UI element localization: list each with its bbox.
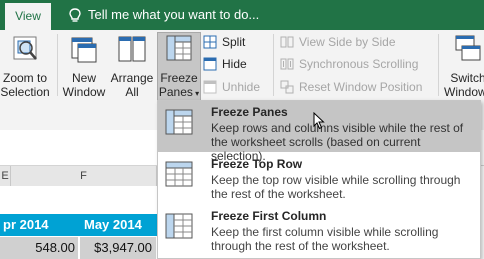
menu-item-title: Freeze First Column xyxy=(211,209,327,223)
unhide-label: Unhide xyxy=(222,80,261,94)
menu-item-title: Freeze Panes xyxy=(211,105,288,119)
reset-window-position-label: Reset Window Position xyxy=(299,80,423,94)
menu-item-description: Keep the top row visible while scrolling… xyxy=(211,173,461,201)
menu-item-freeze-first-column[interactable]: Freeze First Column Keep the first colum… xyxy=(158,205,480,256)
arrange-all-icon xyxy=(118,36,146,62)
split-icon xyxy=(203,35,217,49)
ribbon-separator xyxy=(273,34,274,96)
menu-item-freeze-top-row[interactable]: Freeze Top Row Keep the top row visible … xyxy=(158,153,480,204)
side-by-side-icon xyxy=(280,36,294,48)
ribbon-separator xyxy=(438,34,439,96)
ribbon-separator xyxy=(57,34,58,96)
new-window-label-1: New xyxy=(71,71,96,85)
freeze-panes-icon xyxy=(165,109,193,135)
menu-item-description: Keep the first column visible while scro… xyxy=(211,225,439,253)
menu-item-title: Freeze Top Row xyxy=(211,157,303,171)
tab-view[interactable]: View xyxy=(5,3,51,30)
switch-windows-icon xyxy=(455,35,481,61)
arrange-all-label-2: All xyxy=(125,85,139,99)
reset-window-position-icon xyxy=(280,80,294,94)
lightbulb-icon xyxy=(69,8,81,22)
cell-value-apr[interactable]: 548.00 xyxy=(0,237,78,259)
cell-header-apr[interactable]: pr 2014 xyxy=(0,214,80,236)
cell-header-may[interactable]: May 2014 xyxy=(80,214,160,236)
freeze-panes-label-2: Panes xyxy=(158,85,193,99)
freeze-panes-button[interactable]: Freeze Panes ▾ xyxy=(157,33,201,105)
tell-me-text: Tell me what you want to do... xyxy=(88,7,260,22)
column-header-f[interactable]: F xyxy=(11,166,157,187)
synchronous-scrolling-icon xyxy=(280,58,294,70)
zoom-to-selection-label-1: Zoom to xyxy=(2,71,47,85)
arrange-all-button[interactable]: Arrange All xyxy=(109,33,155,105)
hide-icon xyxy=(203,57,217,71)
switch-windows-button[interactable]: SwitchWindows xyxy=(444,33,484,105)
new-window-icon xyxy=(71,37,97,63)
synchronous-scrolling-label: Synchronous Scrolling xyxy=(299,57,419,71)
switch-windows-label-1: Switch xyxy=(450,71,484,85)
cell-value-may[interactable]: $3,947.00 xyxy=(80,237,156,259)
freeze-top-row-icon xyxy=(165,161,193,187)
dropdown-arrow-icon: ▾ xyxy=(192,89,200,98)
zoom-to-selection-button[interactable]: Zoom to Selection xyxy=(0,33,50,105)
zoom-to-selection-label-2: Selection xyxy=(0,85,50,99)
hide-label: Hide xyxy=(222,57,247,71)
arrange-all-label-1: Arrange xyxy=(110,71,154,85)
mouse-cursor-icon xyxy=(313,112,325,130)
freeze-panes-label-1: Freeze xyxy=(160,71,198,85)
view-side-by-side-label: View Side by Side xyxy=(299,35,396,49)
freeze-first-column-icon xyxy=(165,213,193,239)
zoom-to-selection-icon xyxy=(13,36,37,60)
new-window-label-2: Window xyxy=(62,85,106,99)
unhide-icon xyxy=(203,80,217,94)
column-header-e[interactable]: E xyxy=(0,166,11,187)
split-label: Split xyxy=(222,35,246,49)
ribbon-tab-bar: View Tell me what you want to do... xyxy=(0,0,484,30)
new-window-button[interactable]: New Window xyxy=(61,33,107,105)
freeze-panes-icon xyxy=(166,35,192,61)
switch-windows-label-2: Windows xyxy=(444,85,484,99)
